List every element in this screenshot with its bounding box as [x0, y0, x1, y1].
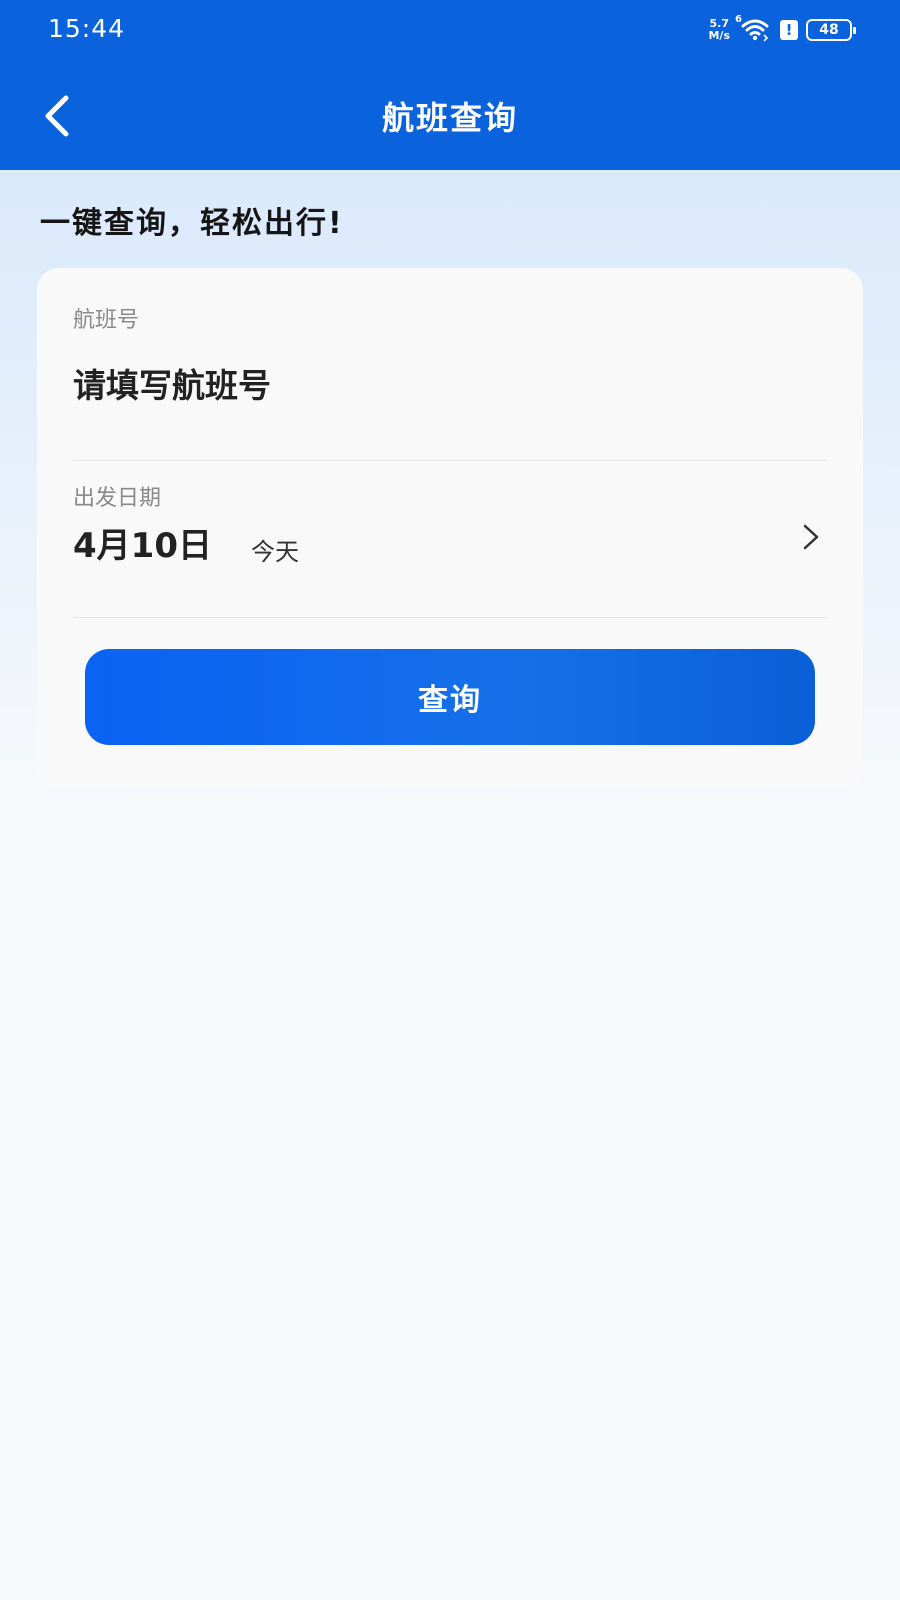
network-speed-unit: M/s	[708, 29, 730, 42]
query-button[interactable]: 查询	[85, 649, 815, 745]
wifi-standard-label: 6	[735, 14, 742, 25]
status-time: 15:44	[48, 14, 126, 43]
slogan-text: 一键查询，轻松出行!	[40, 206, 344, 241]
app-header: 15:44 5.7 M/s 6 ! 48 航班查询	[0, 0, 900, 170]
departure-date-picker[interactable]: 4月10日 今天	[73, 518, 827, 578]
network-speed: 5.7 M/s	[708, 18, 730, 42]
flight-number-label: 航班号	[73, 308, 140, 333]
notification-alert-icon: !	[780, 20, 798, 40]
search-card: 航班号 出发日期 4月10日 今天 查询	[37, 268, 863, 788]
divider	[73, 617, 827, 618]
wifi-icon: 6	[735, 14, 772, 43]
page-title: 航班查询	[381, 99, 518, 137]
battery-level: 48	[819, 22, 839, 38]
status-icons: 5.7 M/s 6 ! 48	[708, 14, 856, 44]
flight-number-input[interactable]	[73, 360, 773, 410]
divider	[73, 460, 827, 461]
battery-icon: 48	[806, 19, 856, 41]
departure-date-label: 出发日期	[73, 486, 162, 511]
departure-date-value: 4月10日	[73, 526, 212, 566]
status-bar: 15:44 5.7 M/s 6 ! 48	[0, 0, 900, 60]
departure-date-hint: 今天	[251, 538, 299, 566]
chevron-right-icon	[803, 524, 819, 550]
